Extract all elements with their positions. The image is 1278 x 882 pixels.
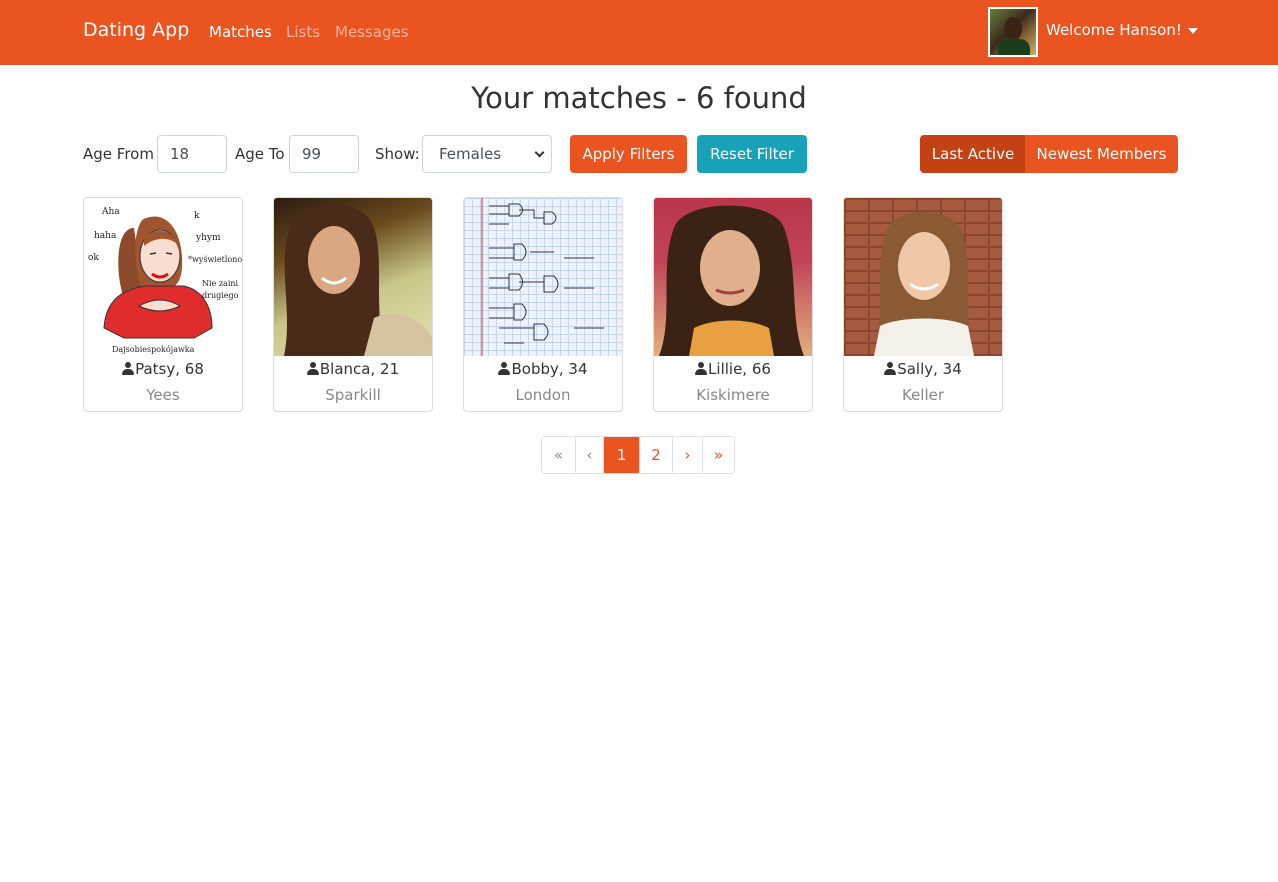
member-city: London (515, 386, 571, 404)
age-to-label: Age To (235, 145, 285, 163)
age-from-label: Age From (83, 145, 154, 163)
page-next-button[interactable]: › (672, 437, 702, 473)
pagination: « ‹ 1 2 › » (541, 436, 735, 474)
welcome-text: Welcome Hanson! (1046, 21, 1182, 39)
meme-text-ok: ok (88, 253, 99, 263)
page-title: Your matches - 6 found (471, 81, 807, 115)
member-name-text: Sally, 34 (897, 360, 962, 378)
user-icon (498, 362, 511, 375)
meme-text-nie: Nie zaini (202, 279, 239, 288)
meme-text-yhym: yhym (195, 233, 221, 243)
gender-select-value: Females (439, 145, 502, 163)
member-photo[interactable] (654, 198, 812, 356)
meme-text-bottom: Dajsobiespokójawka (112, 345, 195, 354)
member-card[interactable]: Aha haha ok k yhym *wyświetlono Nie zain… (83, 197, 243, 412)
member-name: Patsy, 68 (84, 360, 242, 378)
member-name-text: Bobby, 34 (511, 360, 588, 378)
meme-text-haha: haha (94, 231, 117, 241)
page-prev-button[interactable]: ‹ (575, 437, 603, 473)
caret-down-icon (1187, 27, 1198, 34)
meme-text-aha: Aha (101, 207, 120, 217)
apply-filters-button[interactable]: Apply Filters (570, 135, 687, 173)
circuit-drawing (481, 198, 604, 356)
nav-messages[interactable]: Messages (335, 23, 409, 41)
meme-text-wyswietlono: *wyświetlono (188, 255, 242, 264)
member-city: Keller (901, 386, 945, 404)
page-2-button[interactable]: 2 (639, 437, 672, 473)
age-from-input[interactable]: 18 (157, 135, 227, 173)
sort-newest-members-button[interactable]: Newest Members (1025, 135, 1178, 173)
meme-text-k: k (194, 211, 200, 221)
portrait-drawing (284, 204, 432, 356)
portrait-drawing (659, 205, 804, 356)
member-photo[interactable] (464, 198, 622, 356)
show-label: Show: (375, 145, 420, 163)
member-photo[interactable]: Aha haha ok k yhym *wyświetlono Nie zain… (84, 198, 242, 356)
page-last-button[interactable]: » (702, 437, 734, 473)
nav-matches[interactable]: Matches (209, 23, 272, 41)
user-icon (884, 362, 897, 375)
gender-select[interactable]: Females (422, 135, 552, 173)
meme-text-drugiego: drugiego (202, 291, 239, 300)
member-name: Sally, 34 (844, 360, 1002, 378)
avatar-face (1004, 17, 1022, 41)
reset-filter-button[interactable]: Reset Filter (697, 135, 807, 173)
member-card[interactable]: Lillie, 66 Kiskimere (653, 197, 813, 412)
member-city: Sparkill (325, 386, 381, 404)
member-card[interactable]: Bobby, 34 London (463, 197, 623, 412)
member-city: Yees (146, 386, 180, 404)
nav-lists[interactable]: Lists (286, 23, 320, 41)
sort-last-active-button[interactable]: Last Active (920, 135, 1026, 173)
member-name: Bobby, 34 (464, 360, 622, 378)
member-card[interactable]: Sally, 34 Keller (843, 197, 1003, 412)
member-name-text: Blanca, 21 (319, 360, 400, 378)
chevron-down-icon (534, 147, 545, 158)
member-card[interactable]: Blanca, 21 Sparkill (273, 197, 433, 412)
age-to-input[interactable]: 99 (289, 135, 359, 173)
member-photo[interactable] (844, 198, 1002, 356)
user-dropdown-toggle[interactable]: Welcome Hanson! (1046, 21, 1198, 39)
avatar-shirt (998, 39, 1030, 55)
member-name-text: Patsy, 68 (135, 360, 204, 378)
avatar[interactable] (988, 7, 1038, 57)
page-first-button[interactable]: « (542, 437, 575, 473)
member-name: Lillie, 66 (654, 360, 812, 378)
brand-link[interactable]: Dating App (83, 19, 189, 41)
meme-drawing: Aha haha ok k yhym *wyświetlono Nie zain… (88, 207, 242, 354)
user-icon (695, 362, 708, 375)
member-photo[interactable] (274, 198, 432, 356)
member-name-text: Lillie, 66 (708, 360, 771, 378)
user-icon (122, 362, 135, 375)
navbar: Dating App Matches Lists Messages Welcom… (0, 0, 1278, 65)
user-icon (306, 362, 319, 375)
member-name: Blanca, 21 (274, 360, 432, 378)
portrait-drawing (874, 211, 974, 356)
member-city: Kiskimere (696, 386, 770, 404)
page-1-button[interactable]: 1 (603, 437, 639, 473)
